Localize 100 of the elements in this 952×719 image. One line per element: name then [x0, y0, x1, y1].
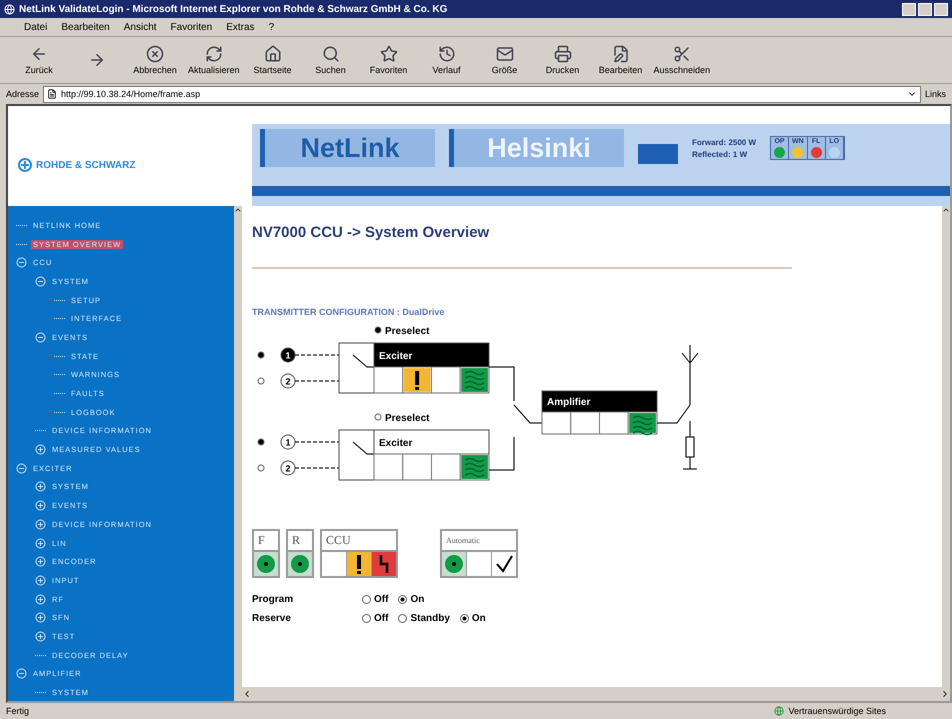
status-slot: [570, 412, 600, 434]
expand-icon[interactable]: [35, 630, 46, 642]
minimize-button[interactable]: [902, 2, 916, 16]
forward-power: Forward: 2500 W: [692, 138, 756, 146]
menu-item[interactable]: Favoriten: [170, 22, 212, 32]
switch-line: [352, 354, 374, 368]
configuration-label: TRANSMITTER CONFIGURATION : DualDrive: [252, 307, 446, 317]
mail-icon: [496, 45, 514, 63]
refresh-icon: [204, 45, 223, 63]
scroll-up-icon[interactable]: [942, 206, 950, 214]
antenna-icon: [682, 344, 698, 366]
toolbar-button[interactable]: Favoriten: [364, 45, 414, 75]
window-title: NetLink ValidateLogin - Microsoft Internet Explorer von Rohde & Schwarz GmbH & Co. KG: [19, 4, 448, 14]
radio-option[interactable]: Standby: [398, 613, 450, 624]
globe-icon: [774, 706, 784, 716]
page-title: NV7000 CCU -> System Overview: [252, 224, 490, 241]
toolbar-button[interactable]: Suchen: [306, 45, 356, 75]
collapse-icon[interactable]: [35, 332, 46, 343]
toolbar-button[interactable]: Startseite: [248, 45, 298, 75]
banner-bar: [638, 144, 678, 164]
menu-item[interactable]: Extras: [226, 22, 255, 32]
switch-line: [352, 442, 374, 454]
expand-icon[interactable]: [35, 518, 46, 530]
star-icon: [380, 45, 398, 63]
input-node: 1: [280, 348, 296, 362]
exciter-output-line: [488, 366, 514, 402]
collapse-icon[interactable]: [16, 668, 27, 680]
collapse-icon[interactable]: [16, 257, 27, 268]
input-node: 1: [280, 434, 296, 450]
check-icon: [496, 555, 513, 573]
expand-icon[interactable]: [35, 444, 46, 456]
radio-option[interactable]: On: [398, 594, 424, 605]
toolbar-button[interactable]: Zurück: [14, 45, 64, 75]
expand-icon[interactable]: [35, 612, 46, 624]
led-icon: [254, 552, 278, 576]
reflected-power: Reflected: 1 W: [692, 150, 748, 158]
expand-icon[interactable]: [35, 481, 46, 492]
expand-icon[interactable]: [35, 538, 46, 549]
switch-label: Reserve: [252, 613, 292, 624]
status-slot: [431, 366, 461, 394]
forward-icon: [88, 51, 106, 69]
header-tab[interactable]: NetLink: [260, 129, 435, 167]
fault-icon: [372, 552, 396, 576]
changeover-switch-line: [514, 404, 542, 424]
status-slot: [402, 454, 432, 480]
input-radio[interactable]: [258, 352, 264, 358]
scissors-icon: [672, 45, 691, 63]
expand-icon[interactable]: [35, 574, 46, 586]
menu-item[interactable]: Bearbeiten: [61, 22, 110, 32]
radio-option[interactable]: Off: [362, 594, 388, 605]
address-field[interactable]: http://99.10.38.24/Home/frame.asp: [43, 86, 921, 102]
maximize-button[interactable]: [918, 2, 932, 16]
back-icon: [30, 45, 48, 63]
led-icon: [288, 552, 312, 576]
radio-option[interactable]: Off: [362, 613, 388, 624]
menu-item[interactable]: Ansicht: [124, 22, 157, 32]
close-button[interactable]: [934, 2, 948, 16]
toolbar-button[interactable]: Verlauf: [422, 45, 472, 75]
collapse-icon[interactable]: [16, 462, 27, 474]
edit-icon: [612, 45, 630, 63]
input-radio[interactable]: [258, 464, 264, 472]
content-scrollbar[interactable]: [942, 206, 950, 687]
toolbar-button[interactable]: Ausschneiden: [654, 45, 710, 75]
expand-icon[interactable]: [35, 500, 46, 512]
toolbar-button[interactable]: Bearbeiten: [596, 45, 646, 75]
preselect-option[interactable]: Preselect: [374, 413, 430, 424]
menu-item[interactable]: Datei: [24, 22, 48, 32]
collapse-icon[interactable]: [35, 276, 46, 287]
exciter-header: Exciter: [374, 342, 490, 368]
warning-icon: [347, 552, 371, 576]
status-text: Fertig: [6, 706, 30, 716]
sidebar-scrollbar[interactable]: [234, 206, 242, 701]
input-radio[interactable]: [258, 378, 264, 384]
links-button[interactable]: Links: [924, 89, 946, 99]
security-zone: Vertrauenswürdige Sites: [788, 706, 886, 716]
stop-icon: [146, 45, 164, 63]
expand-icon[interactable]: [35, 556, 46, 568]
expand-icon[interactable]: [35, 594, 46, 605]
switch-label: Program: [252, 594, 294, 605]
status-slot: [542, 412, 572, 434]
preselect-option[interactable]: Preselect: [374, 326, 430, 337]
horizontal-scrollbar[interactable]: [242, 687, 950, 701]
logo-icon: [18, 158, 32, 172]
home-icon: [264, 45, 282, 63]
status-slot: [374, 366, 404, 394]
toolbar-button[interactable]: Größe: [480, 45, 530, 75]
toolbar-button[interactable]: Drucken: [538, 45, 588, 75]
input-node: 2: [280, 460, 296, 476]
browser-icon: [4, 4, 15, 14]
menu-item[interactable]: ?: [268, 22, 274, 32]
status-slot: [431, 454, 461, 480]
input-radio[interactable]: [258, 438, 264, 446]
amplifier-header: Amplifier: [542, 390, 658, 412]
status-slot: [374, 454, 404, 480]
scroll-up-icon[interactable]: [234, 206, 242, 214]
address-label: Adresse: [6, 89, 40, 99]
toolbar-button[interactable]: Abbrechen: [130, 45, 180, 75]
company-logo: ROHDE & SCHWARZ: [36, 160, 136, 170]
radio-option[interactable]: On: [460, 613, 486, 624]
toolbar-button[interactable]: Aktualisieren: [188, 45, 240, 75]
